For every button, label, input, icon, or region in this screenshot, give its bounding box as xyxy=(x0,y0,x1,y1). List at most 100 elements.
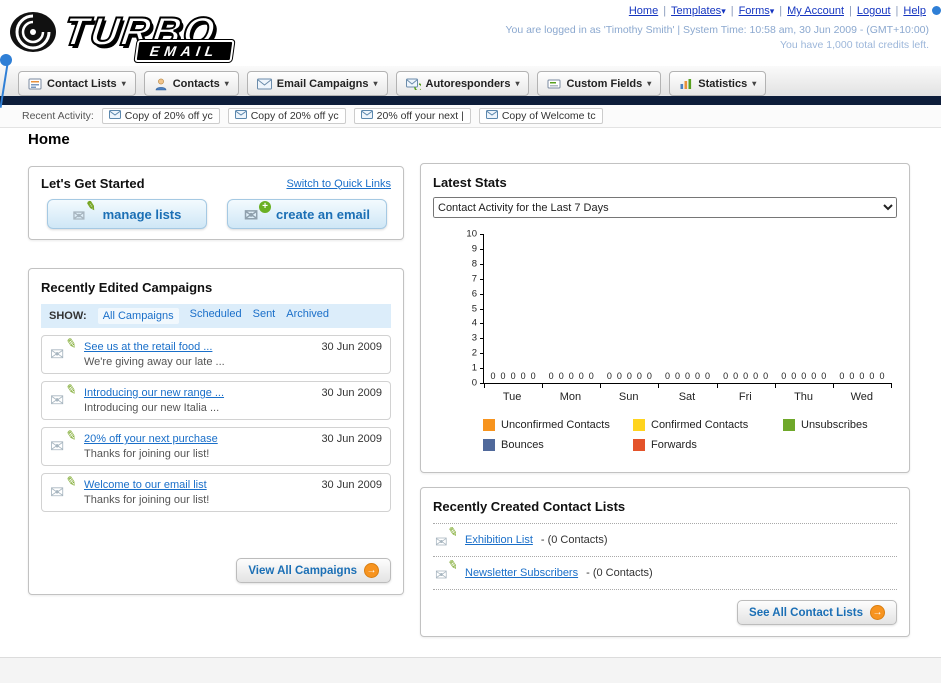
top-link-my-account[interactable]: My Account xyxy=(787,5,844,17)
legend-label: Unsubscribes xyxy=(801,419,868,431)
recent-activity-item[interactable]: Copy of Welcome tc xyxy=(478,108,603,124)
credits-info: You have 1,000 total credits left. xyxy=(779,39,929,51)
tab-label: Contacts xyxy=(172,77,220,90)
bar-value: 0 xyxy=(664,371,670,381)
separator: | xyxy=(730,5,734,17)
filter-sent[interactable]: Sent xyxy=(253,308,276,324)
nav-divider-bar xyxy=(0,96,941,105)
x-axis-tick xyxy=(774,383,776,388)
legend-entry: Confirmed Contacts xyxy=(633,419,783,431)
chart-plot-area: 0 1 2 3 4 5 6 7 8 9 10 0 0 0 0 0 0 0 0 0 0 0 0 0 0 0 0 0 0 0 0 0 0 0 0 0 0 0 0… xyxy=(466,229,892,389)
legend-swatch xyxy=(633,439,645,451)
envelope-pencil-icon: ✉ ✎ xyxy=(50,473,79,502)
see-all-contact-lists-button[interactable]: See All Contact Lists → xyxy=(737,600,897,625)
bar-value-labels: 00000 xyxy=(833,371,891,381)
x-axis-tick xyxy=(716,383,718,388)
envelope-plus-icon: ✉ + xyxy=(244,201,272,224)
main-nav: Contact Lists ▾ Contacts ▾ Email Campaigns ▾ A… xyxy=(0,66,941,96)
bar-value: 0 xyxy=(500,371,506,381)
contact-list-item: ✉ ✎ Newsletter Subscribers - (0 Contacts) xyxy=(433,556,897,590)
legend-label: Unconfirmed Contacts xyxy=(501,419,610,431)
get-started-panel: Let's Get Started Switch to Quick Links … xyxy=(28,166,404,240)
envelope-pencil-icon: ✉ ✎ xyxy=(50,427,79,456)
bar-value: 0 xyxy=(879,371,885,381)
top-link-home[interactable]: Home xyxy=(629,5,658,17)
stats-period-select[interactable]: Contact Activity for the Last 7 Days xyxy=(433,197,897,218)
bar-value: 0 xyxy=(695,371,701,381)
top-link-templates[interactable]: Templates ▾ xyxy=(671,5,726,17)
x-axis-tick xyxy=(832,383,834,388)
tab-label: Contact Lists xyxy=(47,77,117,90)
bar-value: 0 xyxy=(753,371,759,381)
x-axis-tick xyxy=(542,383,544,388)
activity-item-label: Copy of 20% off yc xyxy=(124,110,213,122)
campaign-title-link[interactable]: Introducing our new range ... xyxy=(84,387,224,399)
campaign-title-link[interactable]: Welcome to our email list xyxy=(84,479,207,491)
contact-list-count: - (0 Contacts) xyxy=(586,567,653,579)
pencil-paper-icon: ✉ ✎ xyxy=(435,524,460,551)
footer xyxy=(0,657,941,683)
y-axis-label: 10 xyxy=(466,228,477,240)
y-axis-label: 9 xyxy=(471,243,477,255)
bar-value: 0 xyxy=(801,371,807,381)
create-email-button[interactable]: ✉ + create an email xyxy=(227,199,387,229)
campaign-subtitle: We're giving away our late ... xyxy=(84,356,225,368)
campaigns-filter-bar: SHOW: All Campaigns Scheduled Sent Archived xyxy=(41,304,391,328)
recent-activity-item[interactable]: Copy of 20% off yc xyxy=(227,108,346,124)
x-axis-tick xyxy=(891,383,892,388)
tab-contacts[interactable]: Contacts ▾ xyxy=(143,71,239,96)
contact-list-link[interactable]: Exhibition List xyxy=(465,534,533,546)
top-link-help[interactable]: Help xyxy=(903,5,926,17)
logo-subtext: EMAIL xyxy=(134,40,235,62)
bar-value: 0 xyxy=(859,371,865,381)
campaign-date: 30 Jun 2009 xyxy=(321,341,382,353)
tab-contact-lists[interactable]: Contact Lists ▾ xyxy=(18,71,136,96)
activity-item-label: 20% off your next | xyxy=(376,110,464,122)
tab-custom-fields[interactable]: Custom Fields ▾ xyxy=(537,71,662,96)
view-all-campaigns-button[interactable]: View All Campaigns → xyxy=(236,558,391,583)
tab-statistics[interactable]: Statistics ▾ xyxy=(669,71,767,96)
recent-activity-item[interactable]: Copy of 20% off yc xyxy=(101,108,220,124)
campaign-date: 30 Jun 2009 xyxy=(321,479,382,491)
manage-lists-button[interactable]: ✉ ✎ manage lists xyxy=(47,198,207,229)
chart-x-axis-labels: Tue Mon Sun Sat Fri Thu Wed xyxy=(483,391,891,403)
contacts-icon xyxy=(154,77,168,91)
statistics-icon xyxy=(679,77,693,91)
y-axis-label: 6 xyxy=(471,288,477,300)
bar-value: 0 xyxy=(869,371,875,381)
arrow-right-icon: → xyxy=(870,605,885,620)
legend-label: Confirmed Contacts xyxy=(651,419,749,431)
switch-quick-links-link[interactable]: Switch to Quick Links xyxy=(286,178,391,190)
bar-value: 0 xyxy=(626,371,632,381)
chevron-down-icon: ▾ xyxy=(373,79,378,88)
chart-legend: Unconfirmed Contacts Confirmed Contacts Un… xyxy=(483,419,897,451)
contact-list-link[interactable]: Newsletter Subscribers xyxy=(465,567,578,579)
x-axis-day-label: Wed xyxy=(850,391,874,403)
filter-all-campaigns[interactable]: All Campaigns xyxy=(97,308,179,324)
envelope-pencil-icon: ✉ ✎ xyxy=(50,335,79,364)
bar-value: 0 xyxy=(510,371,516,381)
campaign-item: ✉ ✎ See us at the retail food ... We're giv… xyxy=(41,335,391,374)
tab-autoresponders[interactable]: Autoresponders ▾ xyxy=(395,71,530,96)
contact-list-item: ✉ ✎ Exhibition List - (0 Contacts) xyxy=(433,523,897,556)
bar-value-labels: 00000 xyxy=(484,371,542,381)
campaign-date: 30 Jun 2009 xyxy=(321,387,382,399)
legend-label: Bounces xyxy=(501,439,544,451)
y-axis-label: 8 xyxy=(471,258,477,270)
x-axis-tick xyxy=(658,383,660,388)
recent-activity-item[interactable]: 20% off your next | xyxy=(353,108,471,124)
legend-entry: Bounces xyxy=(483,439,633,451)
campaign-title-link[interactable]: See us at the retail food ... xyxy=(84,341,212,353)
bar-value: 0 xyxy=(568,371,574,381)
filter-archived[interactable]: Archived xyxy=(286,308,329,324)
recent-activity-label: Recent Activity: xyxy=(22,110,94,122)
tab-label: Custom Fields xyxy=(566,77,643,90)
campaign-item: ✉ ✎ Welcome to our email list Thanks for jo… xyxy=(41,473,391,512)
campaign-title-link[interactable]: 20% off your next purchase xyxy=(84,433,218,445)
tab-email-campaigns[interactable]: Email Campaigns ▾ xyxy=(246,71,388,96)
bar-value-labels: 00000 xyxy=(658,371,716,381)
filter-scheduled[interactable]: Scheduled xyxy=(190,308,242,324)
bar-value: 0 xyxy=(791,371,797,381)
top-link-forms[interactable]: Forms ▾ xyxy=(739,5,775,17)
top-link-logout[interactable]: Logout xyxy=(857,5,891,17)
